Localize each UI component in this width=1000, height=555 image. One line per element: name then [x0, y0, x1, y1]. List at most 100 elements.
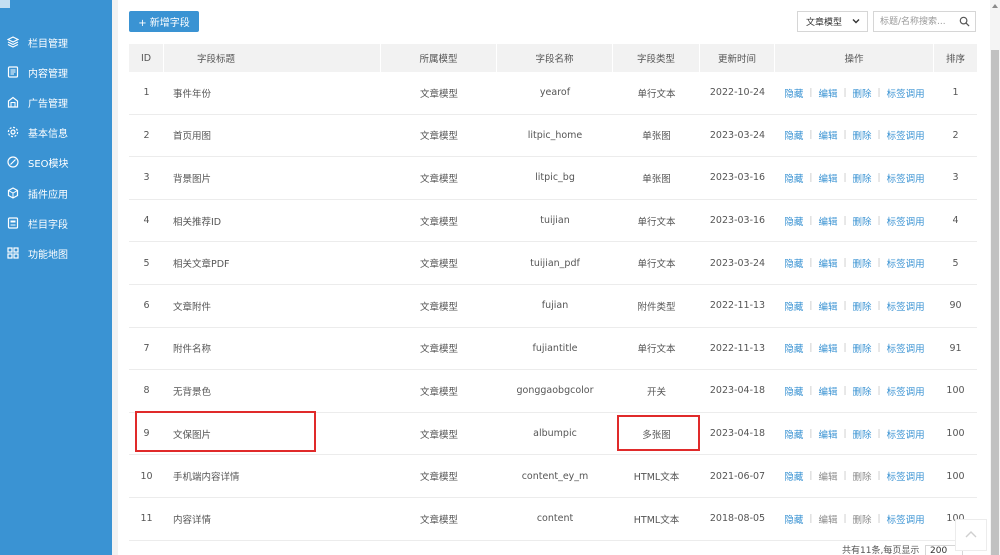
cell-sort: 91 [949, 342, 962, 354]
cell-update-time: 2023-03-24 [709, 129, 766, 141]
search-input[interactable] [874, 12, 954, 31]
hide-link[interactable]: 隐藏 [784, 171, 803, 185]
delete-link[interactable]: 删除 [853, 256, 872, 270]
delete-link[interactable]: 删除 [853, 214, 872, 228]
cell-title: 事件年份 [173, 88, 212, 100]
sidebar-item-column-manage[interactable]: 栏目管理 [0, 31, 112, 53]
cell-update-time: 2021-06-07 [709, 470, 766, 482]
separator: | [843, 130, 847, 141]
hide-link[interactable]: 隐藏 [784, 214, 803, 228]
cell-field-name: tuijian [540, 215, 570, 227]
sidebar-item-plugins[interactable]: 插件应用 [0, 182, 112, 204]
cell-update-time: 2022-11-13 [709, 300, 766, 312]
sidebar-item-label: 栏目管理 [28, 38, 68, 50]
delete-link[interactable]: 删除 [853, 86, 872, 100]
edit-link[interactable]: 编辑 [818, 86, 837, 100]
sidebar-item-seo[interactable]: SEO模块 [0, 151, 112, 173]
edit-link[interactable]: 编辑 [818, 427, 837, 441]
cell-sort: 100 [946, 385, 965, 397]
tag-link[interactable]: 标签调用 [887, 341, 925, 355]
fields-table: ID 字段标题 所属模型 字段名称 字段类型 更新时间 操作 排序 1 事件年份文… [129, 44, 977, 541]
cell-model: 文章模型 [419, 173, 458, 185]
sidebar-item-column-fields[interactable]: 栏目字段 [0, 212, 112, 234]
tag-link[interactable]: 标签调用 [887, 469, 925, 483]
separator: | [809, 300, 813, 311]
separator: | [809, 215, 813, 226]
hide-link[interactable]: 隐藏 [784, 86, 803, 100]
edit-link[interactable]: 编辑 [818, 512, 837, 526]
cell-sort: 90 [949, 300, 962, 312]
delete-link[interactable]: 删除 [853, 512, 872, 526]
sidebar-item-ad-manage[interactable]: 广告管理 [0, 91, 112, 113]
separator: | [843, 258, 847, 269]
cell-operations: 隐藏 | 编辑 | 删除 | 标签调用 [775, 157, 934, 199]
model-filter-select[interactable]: 文章模型 [797, 11, 868, 32]
separator: | [809, 385, 813, 396]
hide-link[interactable]: 隐藏 [784, 299, 803, 313]
cell-field-type: 单张图 [642, 173, 671, 185]
tag-link[interactable]: 标签调用 [887, 128, 925, 142]
edit-link[interactable]: 编辑 [818, 256, 837, 270]
cell-title: 相关文章PDF [173, 259, 230, 271]
tag-link[interactable]: 标签调用 [887, 384, 925, 398]
tag-link[interactable]: 标签调用 [887, 299, 925, 313]
cell-field-name: litpic_bg [535, 172, 575, 184]
separator: | [877, 343, 881, 354]
edit-link[interactable]: 编辑 [818, 299, 837, 313]
grid-icon [7, 247, 19, 259]
tag-link[interactable]: 标签调用 [887, 256, 925, 270]
edit-link[interactable]: 编辑 [818, 214, 837, 228]
hide-link[interactable]: 隐藏 [784, 341, 803, 355]
edit-link[interactable]: 编辑 [818, 384, 837, 398]
cell-field-name: litpic_home [527, 129, 583, 141]
sidebar-item-basic-info[interactable]: 基本信息 [0, 121, 112, 143]
cell-operations: 隐藏 | 编辑 | 删除 | 标签调用 [775, 328, 934, 370]
delete-link[interactable]: 删除 [853, 341, 872, 355]
edit-link[interactable]: 编辑 [818, 171, 837, 185]
cell-title: 文保图片 [173, 429, 212, 441]
tag-link[interactable]: 标签调用 [887, 214, 925, 228]
scroll-up-arrow[interactable] [991, 2, 999, 10]
cell-field-name: albumpic [533, 428, 577, 440]
cell-operations: 隐藏 | 编辑 | 删除 | 标签调用 [775, 413, 934, 455]
hide-link[interactable]: 隐藏 [784, 469, 803, 483]
sidebar-item-content-manage[interactable]: 内容管理 [0, 61, 112, 83]
tag-link[interactable]: 标签调用 [887, 427, 925, 441]
search-icon[interactable] [954, 12, 974, 31]
hide-link[interactable]: 隐藏 [784, 128, 803, 142]
delete-link[interactable]: 删除 [853, 299, 872, 313]
separator: | [809, 87, 813, 98]
table-header: ID 字段标题 所属模型 字段名称 字段类型 更新时间 操作 排序 [129, 44, 977, 72]
edit-link[interactable]: 编辑 [818, 128, 837, 142]
cell-id: 3 [143, 172, 150, 184]
delete-link[interactable]: 删除 [853, 171, 872, 185]
cell-update-time: 2018-08-05 [709, 513, 766, 525]
hide-link[interactable]: 隐藏 [784, 256, 803, 270]
table-row: 10 手机端内容详情 文章模型 content_ey_m HTML文本 2021-06-0… [129, 455, 977, 498]
delete-link[interactable]: 删除 [853, 469, 872, 483]
edit-link[interactable]: 编辑 [818, 469, 837, 483]
header-sort: 排序 [945, 54, 965, 65]
table-row: 6 文章附件 文章模型 fujian 附件类型 2022-11-13 隐藏 | 编辑 | 删除 | 标签… [129, 285, 977, 328]
tag-link[interactable]: 标签调用 [887, 86, 925, 100]
add-field-button[interactable]: + 新增字段 [129, 11, 199, 32]
tag-link[interactable]: 标签调用 [887, 171, 925, 185]
table-row: 4 相关推荐ID 文章模型 tuijian 单行文本 2023-03-16 隐藏 | 编辑 | 删除… [129, 200, 977, 243]
cell-operations: 隐藏 | 编辑 | 删除 | 标签调用 [775, 285, 934, 327]
cell-sort: 100 [946, 428, 965, 440]
hide-link[interactable]: 隐藏 [784, 384, 803, 398]
back-to-top-button[interactable] [955, 519, 987, 551]
delete-link[interactable]: 删除 [853, 427, 872, 441]
hide-link[interactable]: 隐藏 [784, 427, 803, 441]
delete-link[interactable]: 删除 [853, 384, 872, 398]
separator: | [809, 130, 813, 141]
sidebar-item-function-map[interactable]: 功能地图 [0, 242, 112, 264]
tag-link[interactable]: 标签调用 [887, 512, 925, 526]
edit-link[interactable]: 编辑 [818, 341, 837, 355]
table-row: 2 首页用图 文章模型 litpic_home 单张图 2023-03-24 隐藏 | 编辑 | 删… [129, 115, 977, 158]
hide-link[interactable]: 隐藏 [784, 512, 803, 526]
scrollbar-thumb[interactable] [991, 50, 999, 555]
delete-link[interactable]: 删除 [853, 128, 872, 142]
cell-model: 文章模型 [419, 386, 458, 398]
separator: | [877, 172, 881, 183]
